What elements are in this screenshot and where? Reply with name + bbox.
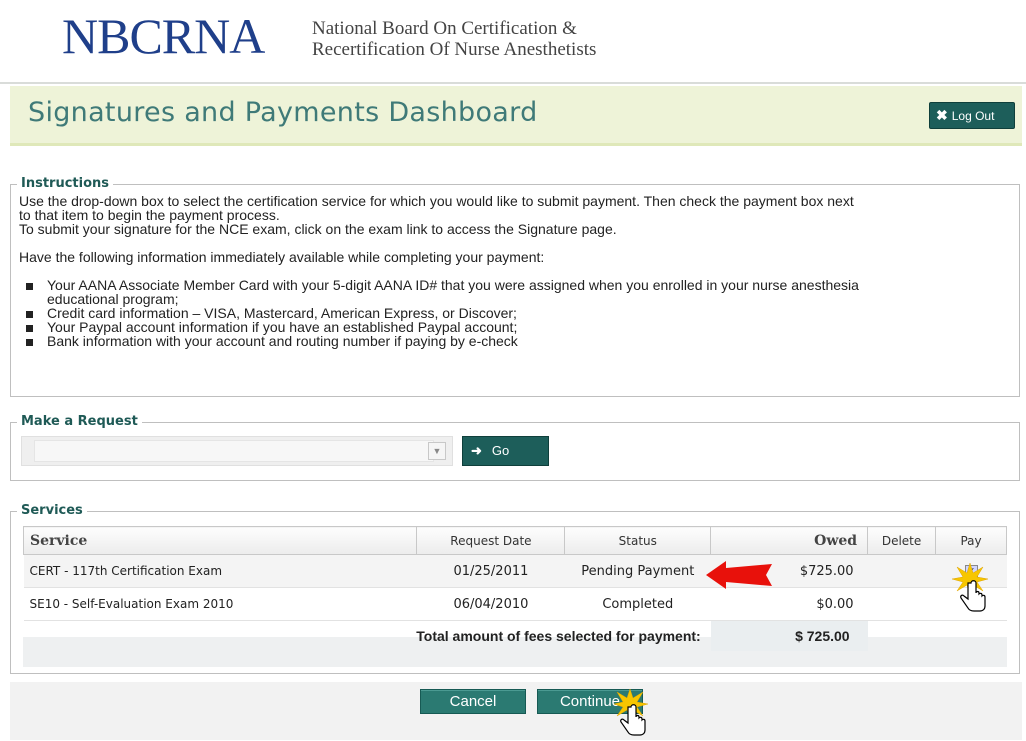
request-panel: Make a Request ▼ ➜ Go <box>10 414 1020 481</box>
col-header-status[interactable]: Status <box>564 526 712 555</box>
col-header-service[interactable]: Service <box>22 526 418 555</box>
total-row: Total amount of fees selected for paymen… <box>24 620 1007 651</box>
hand-cursor-icon <box>951 562 989 612</box>
list-item-line: Credit card information – VISA, Masterca… <box>47 305 517 321</box>
request-date: 06/04/2010 <box>416 587 565 621</box>
list-item-line: Your Paypal account information if you h… <box>47 319 518 335</box>
service-select-value[interactable] <box>34 440 434 462</box>
go-button[interactable]: ➜ Go <box>462 436 549 466</box>
go-label: Go <box>491 443 510 458</box>
instructions-para1-line2: to that item to begin the payment proces… <box>19 207 280 223</box>
red-arrow-icon <box>706 561 772 589</box>
list-item: Your AANA Associate Member Card with you… <box>19 278 1014 306</box>
org-name-line1: National Board On Certification & <box>312 18 577 39</box>
service-name[interactable]: SE10 - Self-Evaluation Exam 2010 <box>23 587 417 621</box>
list-item: Credit card information – VISA, Masterca… <box>19 306 1014 320</box>
services-panel: Services Service Request Date Status Owe… <box>10 503 1020 674</box>
title-bar: Signatures and Payments Dashboard ✖ Log O… <box>10 86 1022 146</box>
instructions-para3: Have the following information immediate… <box>19 249 545 265</box>
request-date: 01/25/2011 <box>416 554 565 588</box>
list-item-line: Your AANA Associate Member Card with you… <box>47 277 859 293</box>
chevron-down-icon[interactable]: ▼ <box>428 442 446 460</box>
service-select[interactable]: ▼ <box>21 436 453 466</box>
table-row: CERT - 117th Certification Exam 01/25/20… <box>23 554 1007 588</box>
logout-button[interactable]: ✖ Log Out <box>929 102 1015 129</box>
col-header-delete: Delete <box>867 526 937 555</box>
status: Pending Payment <box>564 554 711 588</box>
instructions-panel: Instructions Use the drop-down box to se… <box>10 176 1020 397</box>
owed-amount: $0.00 <box>710 587 868 621</box>
instructions-para1-line1: Use the drop-down box to select the cert… <box>19 193 854 209</box>
cancel-button[interactable]: Cancel <box>420 689 526 714</box>
delete-cell <box>867 587 936 621</box>
delete-cell <box>867 554 936 588</box>
instructions-para2: To submit your signature for the NCE exa… <box>19 221 617 237</box>
services-table: Service Request Date Status Owed Delete … <box>22 526 1007 651</box>
table-header-row: Service Request Date Status Owed Delete … <box>22 526 1007 555</box>
org-name: National Board On Certification & Recert… <box>312 18 732 60</box>
arrow-right-icon: ➜ <box>471 443 482 458</box>
service-name[interactable]: CERT - 117th Certification Exam <box>23 554 417 588</box>
list-item-line: educational program; <box>47 291 179 307</box>
total-value: $ 725.00 <box>710 620 868 651</box>
header-divider <box>0 82 1026 84</box>
logout-label: Log Out <box>951 109 995 123</box>
services-legend: Services <box>17 503 87 518</box>
instructions-body: Use the drop-down box to select the cert… <box>19 194 1014 348</box>
request-legend: Make a Request <box>17 414 142 429</box>
total-label: Total amount of fees selected for paymen… <box>416 627 701 644</box>
nbcrna-logo: NBCRNA <box>62 8 265 64</box>
col-header-owed[interactable]: Owed <box>710 526 869 555</box>
org-name-line2: Recertification Of Nurse Anesthetists <box>312 39 597 60</box>
col-header-request-date[interactable]: Request Date <box>416 526 566 555</box>
instructions-list: Your AANA Associate Member Card with you… <box>19 278 1014 348</box>
list-item-line: Bank information with your account and r… <box>47 333 518 349</box>
hand-cursor-icon <box>614 689 649 736</box>
page-title: Signatures and Payments Dashboard <box>28 97 538 128</box>
list-item: Your Paypal account information if you h… <box>19 320 1014 334</box>
col-header-pay: Pay <box>935 526 1007 555</box>
instructions-legend: Instructions <box>17 176 114 191</box>
table-row: SE10 - Self-Evaluation Exam 2010 06/04/2… <box>23 587 1007 621</box>
close-icon: ✖ <box>936 107 948 123</box>
status: Completed <box>564 587 711 621</box>
list-item: Bank information with your account and r… <box>19 334 1014 348</box>
